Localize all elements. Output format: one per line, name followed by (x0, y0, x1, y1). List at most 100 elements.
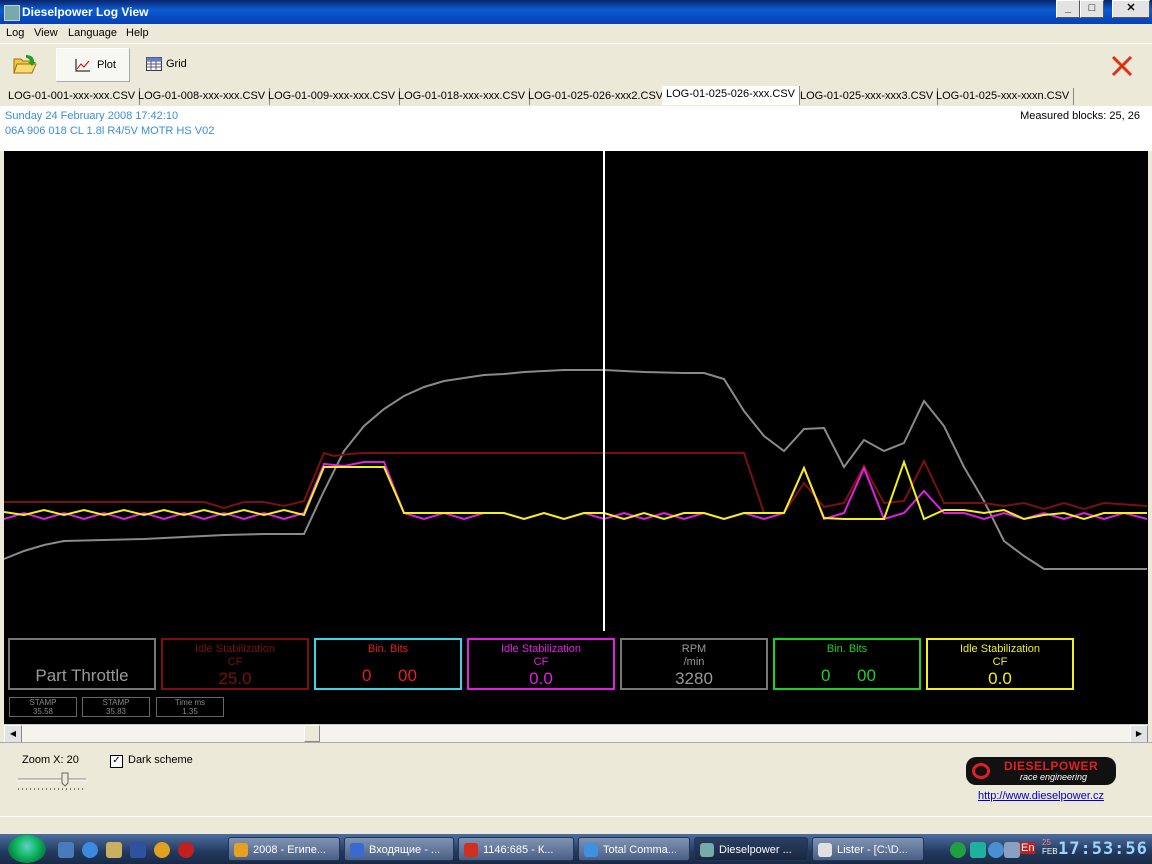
zoom-slider[interactable] (16, 771, 88, 793)
task-total-commander[interactable]: Total Comma... (578, 837, 690, 861)
open-folder-button[interactable] (12, 53, 38, 75)
title-bar: Dieselpower Log View _ □ ✕ (0, 0, 1152, 24)
task-label: Lister - [C:\D... (837, 844, 908, 856)
grid-view-button[interactable]: Grid (142, 48, 202, 80)
gauge-bin-bits-cyan: Bin. Bits 0 00 (314, 638, 462, 690)
menu-help[interactable]: Help (126, 27, 149, 39)
gauge-idle-stab-yellow: Idle Stabilization CF 0.0 (926, 638, 1074, 690)
language-indicator[interactable]: En (1020, 842, 1036, 854)
dieselpower-logo: DIESELPOWER race engineering (966, 757, 1116, 785)
task-egypt[interactable]: 2008 - Египе... (228, 837, 340, 861)
logo-line2: race engineering (1020, 772, 1088, 782)
idle-stab-magenta-trace (4, 461, 1148, 521)
gauge-unit: CF (227, 656, 243, 668)
menu-log[interactable]: Log (6, 27, 24, 39)
opera-icon[interactable] (178, 842, 194, 858)
gauge-idle-stab-magenta: Idle Stabilization CF 0.0 (467, 638, 615, 690)
gauge-value-2: 00 (398, 666, 417, 685)
task-browser[interactable]: 1146:685 - К... (458, 837, 574, 861)
task-icon (818, 843, 832, 857)
plot-label: Plot (97, 59, 116, 71)
tray-arrow-icon[interactable] (970, 842, 986, 858)
gauge-title: Bin. Bits (367, 643, 409, 655)
tab-log-01-025-026-xxx[interactable]: LOG-01-025-026-xxx.CSV (662, 86, 800, 105)
tab-log-01-025-026-xxx2[interactable]: LOG-01-025-026-xxx2.CSV (524, 88, 669, 105)
gauge-bin-bits-green: Bin. Bits 0 00 (773, 638, 921, 690)
scroll-left-button[interactable]: ◀ (4, 725, 22, 743)
log-date: Sunday 24 February 2008 17:42:10 (5, 110, 179, 122)
dark-scheme-checkbox[interactable]: ✓ (110, 755, 123, 768)
gauge-value: 0.0 (988, 669, 1012, 688)
tab-log-01-018[interactable]: LOG-01-018-xxx-xxx.CSV (394, 88, 531, 105)
task-label: 1146:685 - К... (483, 844, 554, 856)
gauge-value: 0 (362, 666, 372, 685)
start-button[interactable] (8, 835, 46, 863)
tools-icon[interactable] (106, 842, 122, 858)
media-player-icon[interactable] (154, 842, 170, 858)
gauge-unit: CF (533, 656, 549, 668)
task-lister[interactable]: Lister - [C:\D... (812, 837, 924, 861)
website-link[interactable]: http://www.dieselpower.cz (978, 790, 1104, 802)
horizontal-scrollbar[interactable]: ◀ ▶ (4, 724, 1148, 743)
task-label: Входящие - ... (369, 844, 441, 856)
clock[interactable]: 17:53:56 (1058, 839, 1148, 859)
toolbar: Plot Grid (0, 43, 1152, 86)
log-info-panel: Sunday 24 February 2008 17:42:10 06A 906… (0, 107, 1152, 151)
idle-stab-red-trace (4, 451, 1148, 514)
task-inbox[interactable]: Входящие - ... (344, 837, 454, 861)
gauge-title: Idle Stabilization (959, 643, 1041, 655)
tab-log-01-001[interactable]: LOG-01-001-xxx-xxx.CSV (4, 88, 141, 105)
gauge-value: 25.0 (218, 669, 252, 688)
bottom-panel: Zoom X: 20 ✓ Dark scheme DIESELPOWER rac… (0, 742, 1152, 817)
stamp-box-2: STAMP 35.83 (82, 697, 150, 717)
tray-day: 25 (1042, 838, 1051, 847)
menu-view[interactable]: View (34, 27, 58, 39)
tray-date: 25 FEB (1042, 838, 1058, 856)
task-dieselpower[interactable]: Dieselpower ... (694, 837, 808, 861)
tray-network-icon[interactable] (950, 842, 966, 858)
show-desktop-icon[interactable] (58, 842, 74, 858)
task-icon (464, 843, 478, 857)
tray-month: FEB (1042, 847, 1058, 856)
idle-stab-yellow-trace (4, 458, 1147, 521)
task-icon (234, 843, 248, 857)
time-label: Time ms (174, 698, 206, 707)
gauge-unit: /min (683, 656, 705, 668)
tray-volume-icon[interactable] (1004, 842, 1020, 858)
close-log-button[interactable] (1110, 54, 1134, 78)
close-window-button[interactable]: ✕ (1112, 0, 1150, 18)
maximize-button[interactable]: □ (1080, 0, 1104, 18)
save-icon[interactable] (130, 842, 146, 858)
stamp-label: STAMP (102, 698, 130, 707)
plot-area[interactable]: Part Throttle Idle Stabilization CF 25.0… (4, 151, 1148, 724)
open-folder-icon (13, 55, 37, 74)
plot-view-button[interactable]: Plot (56, 48, 130, 82)
minimize-button[interactable]: _ (1056, 0, 1080, 18)
rpm-trace (4, 369, 1147, 570)
turbo-icon (972, 763, 990, 779)
tab-log-01-008[interactable]: LOG-01-008-xxx-xxx.CSV (134, 88, 271, 105)
mode-label: Part Throttle (35, 666, 129, 685)
plot-icon (75, 59, 90, 72)
gauge-unit (316, 656, 460, 669)
stamp-label: STAMP (29, 698, 57, 707)
engine-code: 06A 906 018 CL 1.8l R4/5V MOTR HS V02 (5, 125, 215, 137)
logo-line1: DIESELPOWER (1004, 759, 1099, 773)
tab-log-01-025-xxx3[interactable]: LOG-01-025-xxx-xxx3.CSV (796, 88, 939, 105)
time-value: 1.35 (182, 707, 198, 716)
tab-log-01-009[interactable]: LOG-01-009-xxx-xxx.CSV (264, 88, 401, 105)
menu-language[interactable]: Language (68, 27, 117, 39)
taskbar: 2008 - Египе... Входящие - ... 1146:685 … (0, 834, 1152, 864)
file-tabs: LOG-01-001-xxx-xxx.CSV LOG-01-008-xxx-xx… (0, 86, 1152, 107)
tab-log-01-025-xxxn[interactable]: LOG-01-025-xxx-xxxn.CSV (932, 88, 1075, 105)
internet-explorer-icon[interactable] (82, 842, 98, 858)
gauge-title: Bin. Bits (826, 643, 868, 655)
menu-bar: Log View Language Help (0, 24, 1152, 42)
gauge-value: 0.0 (529, 669, 553, 688)
dark-scheme-label: Dark scheme (128, 754, 193, 766)
scroll-right-button[interactable]: ▶ (1130, 725, 1148, 743)
scroll-thumb[interactable] (304, 725, 320, 742)
time-box: Time ms 1.35 (156, 697, 224, 717)
gauge-value: 0 (821, 666, 831, 685)
tray-skype-icon[interactable] (988, 842, 1004, 858)
